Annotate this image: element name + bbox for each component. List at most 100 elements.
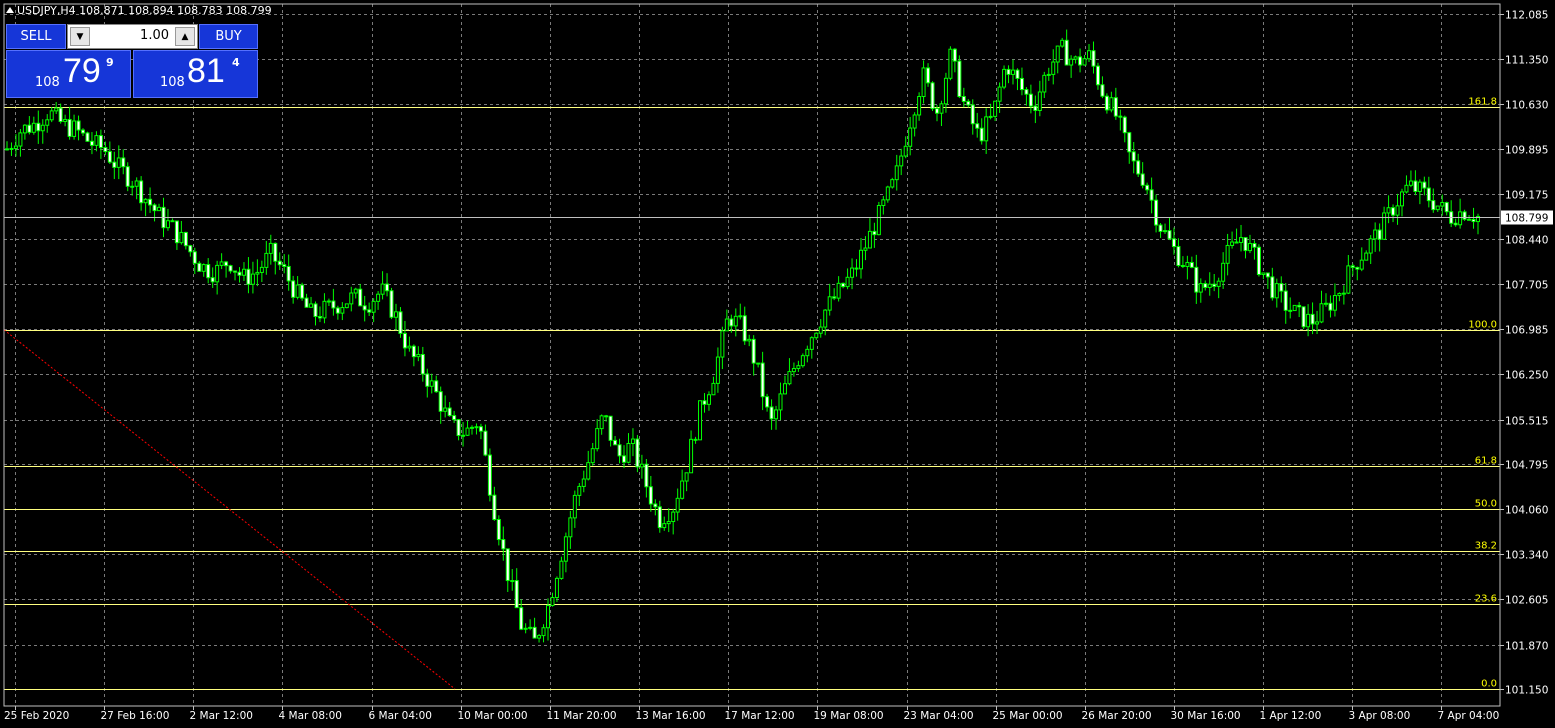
chart-title: USDJPY,H4 108.871 108.894 108.783 108.79… [6, 4, 272, 17]
candle-body [282, 264, 287, 267]
candle-body [675, 497, 680, 513]
candle-body [1011, 69, 1016, 75]
candle-body [881, 199, 886, 207]
candle-body [309, 303, 314, 308]
candle-body [1467, 218, 1472, 221]
candle [635, 434, 640, 473]
candle-body [268, 242, 273, 254]
candle-body [1395, 205, 1400, 216]
candle-body [304, 297, 309, 308]
sell-button[interactable]: SELL [6, 24, 66, 49]
lot-increase-icon[interactable]: ▲ [175, 27, 195, 46]
candle-body [322, 300, 327, 319]
candle-body [219, 261, 224, 266]
candle-body [702, 400, 707, 405]
candle-body [1247, 242, 1252, 252]
price-chart[interactable]: 161.8 100.0 61.8 50.0 38.2 23.6 0.0 112.085 111… [0, 0, 1555, 728]
candle-body [1109, 97, 1114, 111]
candle-body [1274, 283, 1279, 299]
candle-body [210, 277, 215, 283]
candle-body [1006, 68, 1011, 75]
candle-body [170, 220, 175, 223]
buy-price-point: 4 [232, 56, 240, 69]
candle-body [1256, 246, 1261, 276]
candle-body [505, 548, 510, 582]
buy-price-button[interactable]: 108 81 4 [133, 50, 258, 98]
time-tick-label: 13 Mar 16:00 [636, 710, 706, 722]
candle-body [639, 463, 644, 468]
candle-body [429, 380, 434, 387]
candle [487, 448, 492, 502]
candle [885, 185, 890, 203]
candle-body [975, 123, 980, 129]
candle-body [58, 107, 63, 123]
candle-body [1377, 229, 1382, 240]
candle-body [179, 231, 184, 244]
candle-body [5, 148, 9, 151]
candle-body [241, 268, 246, 276]
candle [800, 353, 805, 368]
sell-price-button[interactable]: 108 79 9 [6, 50, 131, 98]
candle-body [1131, 151, 1136, 162]
candle-body [1046, 73, 1051, 76]
lot-size-input[interactable]: 1.00 [92, 28, 173, 43]
candle-body [993, 100, 998, 117]
candle-body [814, 332, 819, 339]
candle-body [385, 283, 390, 292]
lot-size-stepper[interactable]: ▼ 1.00 ▲ [67, 24, 198, 49]
candle-body [165, 220, 170, 229]
price-tick-label: 104.795 [1505, 460, 1548, 472]
candle-body [416, 353, 421, 358]
candle-body [27, 124, 32, 133]
symbol-menu-icon[interactable] [6, 7, 14, 13]
time-tick-label: 6 Mar 04:00 [369, 710, 432, 722]
candle-body [943, 77, 948, 105]
candle-body [1346, 265, 1351, 294]
lot-decrease-icon[interactable]: ▼ [70, 27, 90, 46]
candle-body [63, 118, 68, 123]
candle-body [845, 276, 850, 288]
candle-body [331, 300, 336, 309]
candle-body [1095, 65, 1100, 86]
candle-body [546, 605, 551, 629]
candle-body [514, 580, 519, 609]
candle [930, 81, 935, 112]
candle-body [850, 267, 855, 278]
candle-body [630, 438, 635, 444]
candle-body [1180, 264, 1185, 267]
candle-body [72, 120, 77, 137]
price-tick-label: 108.440 [1505, 235, 1548, 247]
candle-body [215, 264, 220, 283]
candle-body [1355, 266, 1360, 270]
candle-body [1033, 105, 1038, 112]
fib-level-label: 50.0 [1475, 499, 1497, 510]
candle-body [94, 135, 99, 146]
candle [890, 177, 895, 189]
candle-body [340, 307, 345, 314]
candle-body [1207, 283, 1212, 288]
candle-body [1091, 50, 1096, 67]
candle-body [1382, 212, 1387, 240]
candle-body [1136, 160, 1141, 175]
candle-body [586, 462, 591, 480]
price-tick-label: 104.060 [1505, 505, 1548, 517]
candle-body [1261, 272, 1266, 276]
buy-price-prefix: 108 [160, 75, 185, 90]
time-tick-label: 30 Mar 16:00 [1171, 710, 1241, 722]
candle-body [769, 406, 774, 420]
candle-body [452, 415, 457, 421]
candle-body [876, 205, 881, 236]
time-tick-label: 27 Feb 16:00 [101, 710, 170, 722]
price-tick-label: 110.630 [1505, 100, 1548, 112]
candle-body [604, 415, 609, 418]
candle-body [233, 270, 238, 273]
candle-body [389, 290, 394, 318]
buy-button[interactable]: BUY [199, 24, 258, 49]
candle-body [805, 348, 810, 357]
candle-body [197, 262, 202, 272]
candle-body [259, 266, 264, 273]
candle-body [800, 355, 805, 367]
candle-body [273, 242, 278, 262]
candle-body [1359, 259, 1364, 270]
candle-body [1176, 246, 1181, 266]
